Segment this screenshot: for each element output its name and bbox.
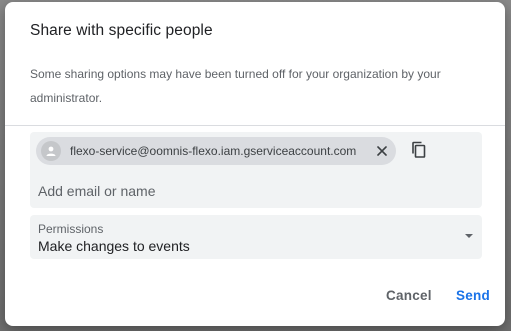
permissions-value: Make changes to events [38, 238, 190, 254]
add-email-input[interactable] [38, 180, 458, 202]
share-dialog: Share with specific people Some sharing … [5, 2, 505, 326]
send-button[interactable]: Send [456, 288, 490, 303]
recipient-chip[interactable]: flexo-service@oomnis-flexo.iam.gservicea… [36, 137, 396, 165]
close-icon[interactable] [375, 144, 389, 158]
copy-icon[interactable] [409, 140, 429, 160]
admin-notice: Some sharing options may have been turne… [30, 67, 441, 105]
dialog-title: Share with specific people [30, 22, 213, 39]
permissions-label: Permissions [38, 222, 104, 236]
recipients-field[interactable]: flexo-service@oomnis-flexo.iam.gservicea… [30, 132, 482, 208]
cancel-button[interactable]: Cancel [386, 288, 432, 303]
caret-down-icon [465, 234, 473, 238]
person-icon [41, 141, 61, 161]
permissions-select[interactable]: Permissions Make changes to events [30, 215, 482, 259]
recipient-email: flexo-service@oomnis-flexo.iam.gservicea… [70, 144, 357, 158]
divider [5, 125, 505, 126]
